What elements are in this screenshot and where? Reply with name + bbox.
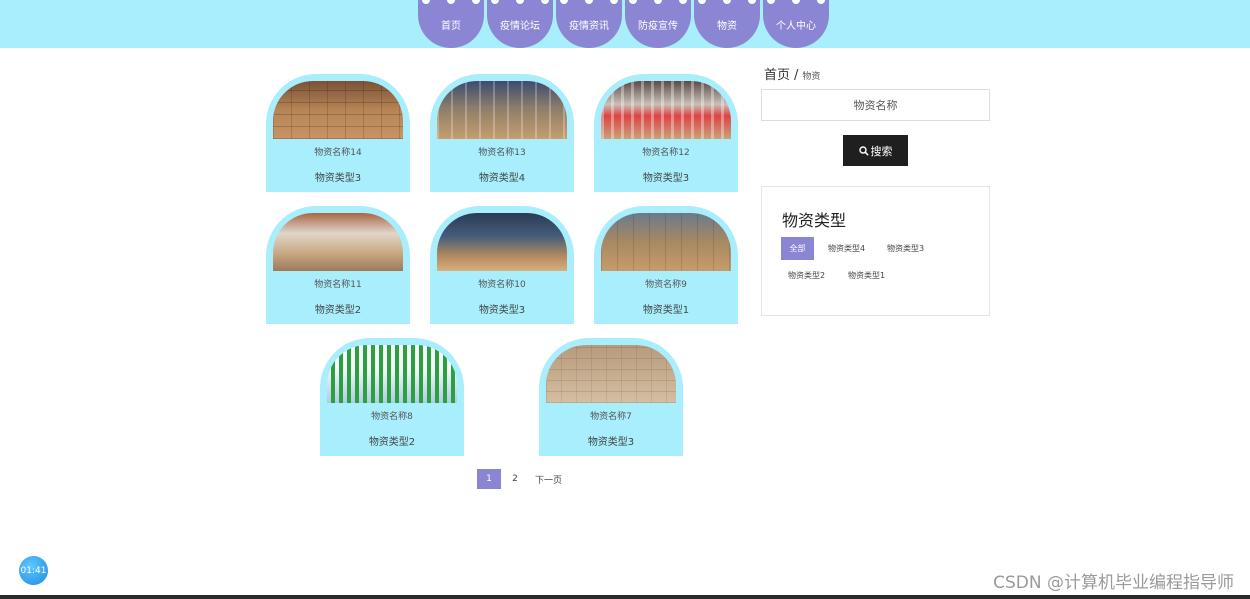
supply-type: 物资类型3 (314, 173, 362, 184)
scallop-decoration (698, 0, 756, 4)
scallop-decoration (767, 0, 825, 4)
category-tag-1[interactable]: 物资类型1 (842, 264, 891, 287)
breadcrumb: 首页 / 物资 (764, 64, 820, 83)
nav-item-label: 个人中心 (776, 20, 816, 32)
supply-name: 物资名称10 (478, 280, 526, 290)
category-tag-4[interactable]: 物资类型4 (822, 237, 871, 260)
supply-image[interactable] (437, 213, 567, 271)
supply-type: 物资类型2 (314, 305, 362, 316)
supply-type: 物资类型3 (642, 173, 690, 184)
supply-image[interactable] (273, 213, 403, 271)
supply-card[interactable]: 物资名称10 物资类型3 (430, 206, 574, 324)
bottom-edge (0, 595, 1250, 599)
search-button[interactable]: 搜索 (843, 135, 908, 166)
nav-item-home[interactable]: 首页 (418, 0, 484, 48)
page-button-2[interactable]: 2 (503, 469, 527, 489)
supply-card[interactable]: 物资名称9 物资类型1 (594, 206, 738, 324)
supply-type: 物资类型4 (478, 173, 526, 184)
scallop-decoration (560, 0, 618, 4)
nav-item-label: 疫情论坛 (500, 20, 540, 32)
breadcrumb-separator: / (794, 68, 799, 83)
supply-card[interactable]: 物资名称14 物资类型3 (266, 74, 410, 192)
supply-image[interactable] (546, 345, 676, 403)
nav-item-label: 物资 (717, 20, 737, 32)
supply-type: 物资类型2 (368, 437, 416, 448)
supply-image[interactable] (601, 81, 731, 139)
search-input[interactable] (761, 89, 990, 121)
supply-name: 物资名称11 (314, 280, 362, 290)
category-tag-3[interactable]: 物资类型3 (881, 237, 930, 260)
nav-item-publicity[interactable]: 防疫宣传 (625, 0, 691, 48)
search-icon (858, 145, 869, 156)
supply-card[interactable]: 物资名称7 物资类型3 (539, 338, 683, 456)
supply-type: 物资类型3 (478, 305, 526, 316)
nav-item-news[interactable]: 疫情资讯 (556, 0, 622, 48)
main-nav: 首页 疫情论坛 疫情资讯 防疫宣传 物资 个人中心 (418, 0, 832, 48)
supply-image[interactable] (327, 345, 457, 403)
nav-item-supplies[interactable]: 物资 (694, 0, 760, 48)
supply-name: 物资名称13 (478, 148, 526, 158)
supply-image[interactable] (273, 81, 403, 139)
supply-name: 物资名称8 (371, 412, 413, 422)
breadcrumb-home[interactable]: 首页 (764, 68, 790, 83)
supply-type: 物资类型1 (642, 305, 690, 316)
timer-badge[interactable]: 01:41 (19, 556, 48, 585)
breadcrumb-current: 物资 (802, 72, 821, 82)
supply-name: 物资名称7 (590, 412, 632, 422)
search-button-label: 搜索 (870, 144, 893, 158)
category-tag-2[interactable]: 物资类型2 (782, 264, 831, 287)
supply-name: 物资名称12 (642, 148, 690, 158)
supply-name: 物资名称14 (314, 148, 362, 158)
nav-item-label: 首页 (441, 20, 461, 32)
pagination: 1 2 下一页 (477, 469, 564, 489)
scallop-decoration (491, 0, 549, 4)
top-header: 首页 疫情论坛 疫情资讯 防疫宣传 物资 个人中心 (0, 0, 1250, 48)
category-title: 物资类型 (782, 211, 847, 230)
supply-card[interactable]: 物资名称11 物资类型2 (266, 206, 410, 324)
supply-card[interactable]: 物资名称12 物资类型3 (594, 74, 738, 192)
nav-item-forum[interactable]: 疫情论坛 (487, 0, 553, 48)
nav-item-profile[interactable]: 个人中心 (763, 0, 829, 48)
nav-item-label: 防疫宣传 (638, 20, 678, 32)
nav-item-label: 疫情资讯 (569, 20, 609, 32)
scallop-decoration (629, 0, 687, 4)
scallop-decoration (422, 0, 480, 4)
category-tag-all[interactable]: 全部 (781, 237, 814, 260)
next-page-button[interactable]: 下一页 (535, 469, 562, 489)
category-panel: 物资类型 全部 物资类型4 物资类型3 物资类型2 物资类型1 (761, 186, 990, 316)
supply-image[interactable] (601, 213, 731, 271)
supply-type: 物资类型3 (587, 437, 635, 448)
watermark: CSDN @计算机毕业编程指导师 (993, 573, 1234, 593)
supply-card[interactable]: 物资名称13 物资类型4 (430, 74, 574, 192)
page-button-1[interactable]: 1 (477, 469, 501, 489)
supply-card[interactable]: 物资名称8 物资类型2 (320, 338, 464, 456)
supply-name: 物资名称9 (645, 280, 687, 290)
supply-image[interactable] (437, 81, 567, 139)
